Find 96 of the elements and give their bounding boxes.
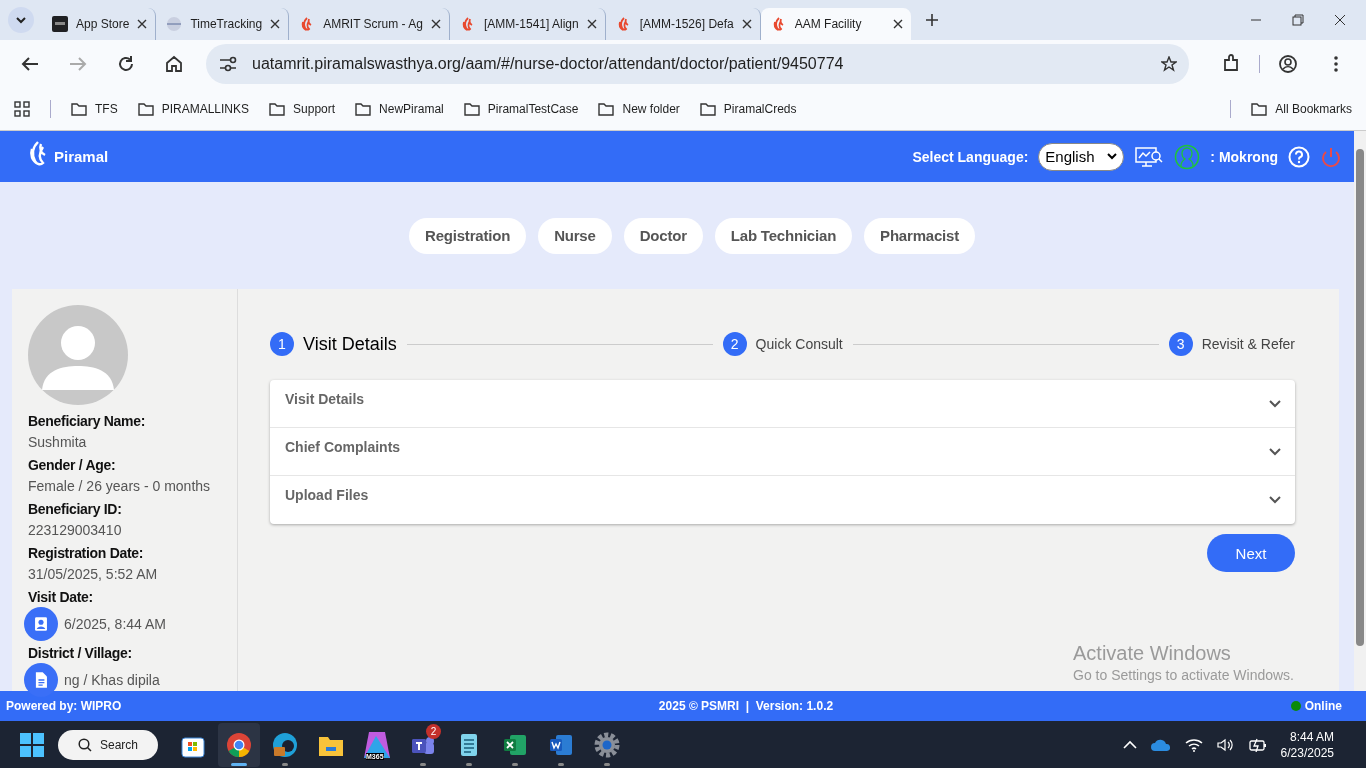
globe-icon	[166, 16, 183, 32]
activation-text: Go to Settings to activate Windows.	[1073, 667, 1294, 683]
tab-list-icon[interactable]	[8, 7, 34, 33]
cloud-icon[interactable]	[1150, 738, 1171, 751]
step-title[interactable]: Quick Consult	[755, 336, 843, 352]
new-tab-icon[interactable]	[924, 13, 939, 27]
m365-icon	[363, 730, 392, 759]
system-clock[interactable]: 8:44 AM 6/23/2025	[1280, 728, 1334, 761]
next-button[interactable]: Next	[1207, 534, 1295, 572]
battery-icon[interactable]	[1248, 737, 1267, 752]
step-number: 1	[270, 332, 294, 356]
field-value: 223129003410	[28, 522, 122, 538]
user-avatar-icon	[1174, 143, 1201, 170]
volume-icon[interactable]	[1216, 737, 1235, 752]
folder-icon	[598, 101, 615, 117]
bookmark[interactable]: PiramalCreds	[699, 101, 797, 117]
bookmark[interactable]: PIRAMALLINKS	[137, 101, 250, 117]
close-icon[interactable]	[137, 19, 148, 29]
close-icon[interactable]	[1334, 14, 1346, 26]
accordion-header[interactable]: Upload Files	[270, 476, 1295, 524]
step-number: 3	[1168, 332, 1193, 356]
gear-icon	[593, 730, 622, 759]
chevron-up-icon[interactable]	[1122, 739, 1137, 750]
taskbar-app[interactable]	[218, 722, 261, 767]
field-value: ng / Khas dipila	[64, 672, 160, 688]
bookmark[interactable]: PiramalTestCase	[463, 101, 579, 117]
bookmark[interactable]: Support	[269, 101, 336, 117]
language-select[interactable]: English	[1038, 142, 1125, 171]
taskbar-search[interactable]: Search	[58, 729, 159, 760]
home-icon[interactable]	[164, 54, 184, 74]
app-logo-text: Piramal	[54, 148, 109, 165]
folder-icon	[269, 101, 286, 117]
accordion-header[interactable]: Chief Complaints	[270, 428, 1295, 476]
bookmark[interactable]: TFS	[71, 101, 118, 117]
app-store-icon	[52, 16, 68, 32]
role-tab[interactable]: Lab Technician	[714, 217, 853, 254]
close-icon[interactable]	[586, 19, 597, 29]
role-tab[interactable]: Registration	[409, 217, 527, 254]
status-dot	[1290, 701, 1301, 711]
field-label: District / Village:	[28, 645, 133, 663]
edge-icon	[271, 730, 300, 759]
reload-icon[interactable]	[116, 54, 136, 74]
browser-tab[interactable]: AAM Facility	[760, 8, 911, 40]
role-tab[interactable]: Pharmacist	[864, 217, 975, 254]
chrome-icon	[225, 730, 254, 759]
field-value: 6/2025, 8:44 AM	[64, 616, 166, 632]
person-fab-button[interactable]	[24, 607, 58, 641]
caret-icon	[1107, 152, 1118, 161]
field-value: Sushmita	[28, 434, 87, 450]
scrollbar[interactable]	[1354, 131, 1366, 691]
accordion-header[interactable]: Visit Details	[270, 380, 1295, 428]
user-name: : Mokrong	[1210, 148, 1278, 165]
field-label: Gender / Age:	[28, 457, 117, 475]
activation-title: Activate Windows	[1073, 642, 1232, 665]
site-settings-icon[interactable]	[218, 56, 238, 72]
star-icon[interactable]	[1161, 56, 1177, 72]
close-icon[interactable]	[892, 19, 903, 29]
apps-grid-icon[interactable]	[14, 101, 30, 117]
field-value: Female / 26 years - 0 months	[28, 478, 211, 494]
step-title[interactable]: Visit Details	[303, 333, 397, 355]
wifi-icon[interactable]	[1184, 737, 1203, 752]
close-icon[interactable]	[741, 19, 752, 29]
document-fab-button[interactable]	[24, 663, 58, 697]
folder-icon	[71, 101, 87, 117]
copyright-version-text: 2025 © PSMRI | Version: 1.0.2	[657, 699, 835, 713]
address-bar[interactable]: uatamrit.piramalswasthya.org/aam/#/nurse-doctor/attendant/doctor/patient/9450774	[206, 44, 1189, 84]
bookmark[interactable]: NewPiramal	[355, 101, 444, 117]
taskbar-app[interactable]: 2	[402, 722, 445, 767]
folder-icon	[1251, 101, 1268, 117]
role-tab[interactable]: Nurse	[538, 217, 612, 254]
bookmark[interactable]: All Bookmarks	[1251, 101, 1352, 117]
folder-icon	[137, 101, 154, 117]
step-title[interactable]: Revisit & Refer	[1201, 336, 1295, 352]
notification-badge: 2	[426, 723, 442, 739]
profile-icon[interactable]	[1278, 54, 1298, 74]
language-label: Select Language:	[912, 148, 1029, 165]
step-number: 2	[722, 332, 747, 356]
help-icon[interactable]	[1288, 145, 1310, 168]
field-label: Beneficiary Name:	[28, 413, 147, 431]
extensions-icon[interactable]	[1221, 54, 1241, 74]
folder-icon	[699, 101, 716, 117]
close-icon[interactable]	[430, 19, 441, 29]
close-icon[interactable]	[270, 19, 281, 29]
field-label: Beneficiary ID:	[28, 501, 123, 519]
start-icon[interactable]	[20, 732, 44, 757]
field-label: Visit Date:	[28, 589, 94, 607]
powered-by-text: Powered by: WIPRO	[6, 699, 122, 713]
restore-icon[interactable]	[1292, 14, 1304, 26]
field-value: 31/05/2025, 5:52 AM	[28, 566, 158, 582]
online-status: Online	[1304, 699, 1342, 713]
field-label: Registration Date:	[28, 545, 145, 563]
role-tab[interactable]: Doctor	[623, 217, 703, 254]
bookmark[interactable]: New folder	[598, 101, 680, 117]
folder-icon	[463, 101, 480, 117]
folder-icon	[355, 101, 372, 117]
search-icon	[78, 737, 92, 752]
